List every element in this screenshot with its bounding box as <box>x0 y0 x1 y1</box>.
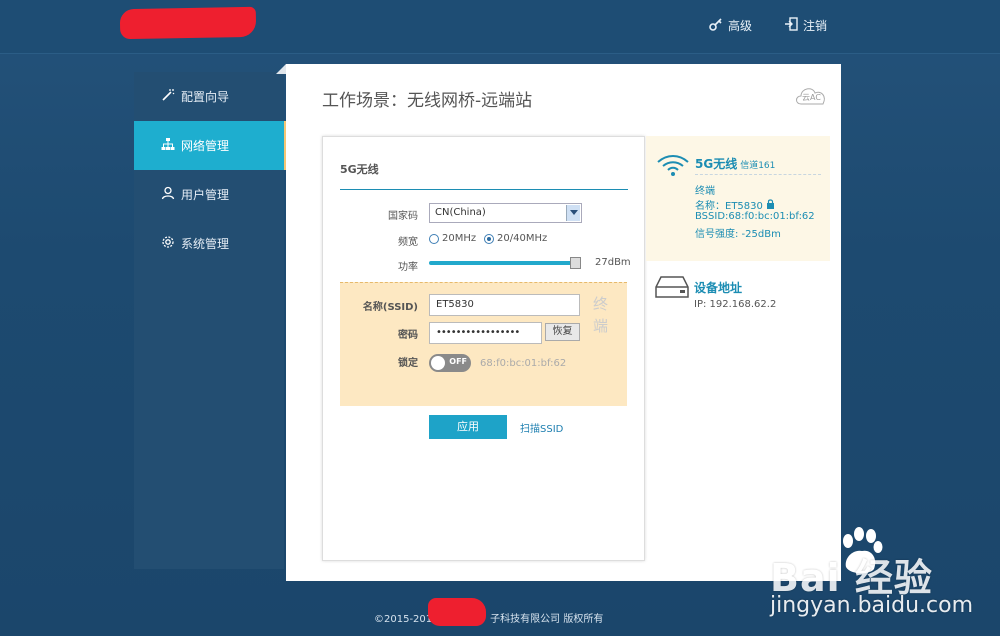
status-bssid: BSSID:68:f0:bc:01:bf:62 <box>695 211 815 222</box>
logout-link[interactable]: 注销 <box>784 17 827 34</box>
device-address-title: 设备地址 <box>694 281 743 295</box>
ssid-value: ET5830 <box>436 299 474 310</box>
cloud-ac-icon[interactable]: 云AC <box>793 82 829 108</box>
chevron-down-icon <box>566 205 580 221</box>
bandwidth-radio-2040[interactable]: 20/40MHz <box>484 233 547 244</box>
panel-divider <box>340 189 628 190</box>
password-input[interactable]: ••••••••••••••••• <box>429 322 542 344</box>
password-label: 密码 <box>398 330 418 341</box>
divider <box>695 174 821 175</box>
sidebar-item-label: 系统管理 <box>181 237 230 251</box>
device-ip: IP: 192.168.62.2 <box>694 299 777 310</box>
watermark-url: jingyan.baidu.com <box>770 593 974 618</box>
router-icon <box>655 276 689 301</box>
country-value: CN(China) <box>435 207 486 218</box>
vertical-char: 端 <box>593 317 609 335</box>
status-channel: 信道161 <box>740 161 776 171</box>
sidebar-item-system[interactable]: 系统管理 <box>134 219 284 268</box>
footer-redacted <box>428 598 486 626</box>
lock-label: 锁定 <box>398 358 418 369</box>
power-label: 功率 <box>398 262 418 273</box>
ssid-input[interactable]: ET5830 <box>429 294 580 316</box>
sidebar-item-label: 网络管理 <box>181 139 230 153</box>
lock-mac: 68:f0:bc:01:bf:62 <box>480 358 567 369</box>
password-value: ••••••••••••••••• <box>436 327 520 338</box>
logout-icon <box>784 17 798 34</box>
status-title-text: 5G无线 <box>695 157 738 171</box>
restore-button[interactable]: 恢复 <box>545 323 580 341</box>
sidebar-item-label: 配置向导 <box>181 90 230 104</box>
ssid-label: 名称(SSID) <box>362 302 418 313</box>
radio-button <box>429 233 439 244</box>
status-title: 5G无线 信道161 <box>695 155 775 172</box>
cloud-ac-label: 云AC <box>802 93 821 102</box>
vertical-char: 终 <box>593 295 609 313</box>
advanced-label: 高级 <box>728 19 753 33</box>
top-bar: 高级 注销 <box>0 0 1000 54</box>
sidebar: 配置向导 网络管理 用户管理 系统管理 <box>134 72 287 569</box>
panel-title: 5G无线 <box>340 163 379 176</box>
radio-label: 20MHz <box>442 233 477 244</box>
status-mode: 终端 <box>695 186 715 197</box>
scan-ssid-link[interactable]: 扫描SSID <box>520 420 563 435</box>
network-icon <box>161 137 175 154</box>
power-slider-handle[interactable] <box>570 257 581 269</box>
radio-button <box>484 233 494 244</box>
key-icon <box>709 17 723 34</box>
status-signal: 信号强度: -25dBm <box>695 229 781 240</box>
apply-button[interactable]: 应用 <box>429 415 507 439</box>
wand-icon <box>161 88 175 105</box>
sidebar-item-network[interactable]: 网络管理 <box>134 121 287 170</box>
terminal-vertical-label: 终 端 <box>593 293 609 337</box>
wifi-icon <box>656 153 690 180</box>
country-label: 国家码 <box>388 211 418 222</box>
sidebar-item-label: 用户管理 <box>181 188 230 202</box>
baidu-jingyan-watermark: Bai 经验 jingyan.baidu.com <box>770 527 995 632</box>
main-content: 工作场景：无线网桥-远端站 云AC 5G无线 国家码 CN(China) 频宽 … <box>286 64 841 581</box>
toggle-knob <box>431 356 445 370</box>
footer-copyright: ©2015-201 子科技有限公司 版权所有 <box>374 610 603 625</box>
sidebar-item-wizard[interactable]: 配置向导 <box>134 72 284 121</box>
bandwidth-label: 频宽 <box>398 237 418 248</box>
country-select[interactable]: CN(China) <box>429 203 582 223</box>
wireless-status-card: 5G无线 信道161 终端 名称：ET5830 BSSID:68:f0:bc:01… <box>646 136 830 261</box>
toggle-state: OFF <box>449 357 467 366</box>
footer-left: ©2015-201 <box>374 614 433 625</box>
status-name: 名称：ET5830 <box>695 197 775 212</box>
panel-corner <box>276 64 286 74</box>
power-slider-track[interactable] <box>429 261 575 265</box>
logo-redacted <box>119 6 257 40</box>
gear-icon <box>161 235 175 252</box>
bandwidth-radio-20[interactable]: 20MHz <box>429 233 476 244</box>
lock-toggle[interactable]: OFF <box>429 354 471 372</box>
page-title: 工作场景：无线网桥-远端站 <box>322 91 533 111</box>
footer-right: 子科技有限公司 版权所有 <box>490 614 604 625</box>
wireless-settings-panel: 5G无线 国家码 CN(China) 频宽 20MHz 20/40MHz 功率 … <box>322 136 645 561</box>
radio-label: 20/40MHz <box>497 233 548 244</box>
advanced-link[interactable]: 高级 <box>709 17 752 34</box>
user-icon <box>161 186 175 203</box>
sidebar-item-users[interactable]: 用户管理 <box>134 170 284 219</box>
logout-label: 注销 <box>803 19 828 33</box>
power-value: 27dBm <box>595 257 631 268</box>
